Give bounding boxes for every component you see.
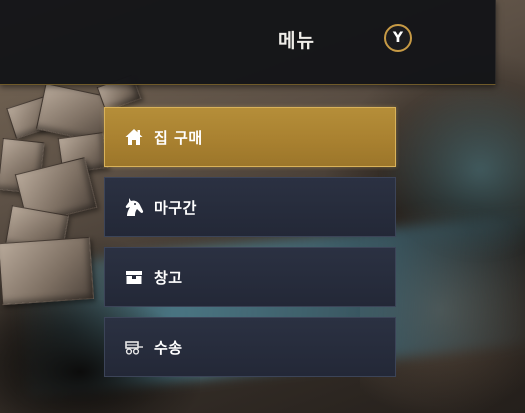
horse-head-icon [123, 196, 145, 218]
menu-item-transport[interactable]: 수송 [104, 317, 396, 377]
y-button-label: Y [392, 30, 404, 46]
menu-header-bar: 메뉴 Y [0, 0, 496, 85]
cliff-rock [0, 236, 95, 306]
menu-item-stable[interactable]: 마구간 [104, 177, 396, 237]
menu-item-label: 마구간 [154, 198, 197, 217]
menu-item-storage[interactable]: 창고 [104, 247, 396, 307]
wagon-icon [123, 336, 145, 358]
menu-list: 집 구매 마구간 창고 수송 [104, 107, 396, 387]
y-button-hint[interactable]: Y [384, 24, 412, 52]
menu-title: 메뉴 [278, 30, 315, 52]
menu-item-label: 집 구매 [154, 128, 203, 147]
menu-item-label: 창고 [154, 268, 183, 287]
storage-chest-icon [123, 266, 145, 288]
house-icon [123, 126, 145, 148]
menu-item-buy-house[interactable]: 집 구매 [104, 107, 396, 167]
menu-item-label: 수송 [154, 338, 183, 357]
